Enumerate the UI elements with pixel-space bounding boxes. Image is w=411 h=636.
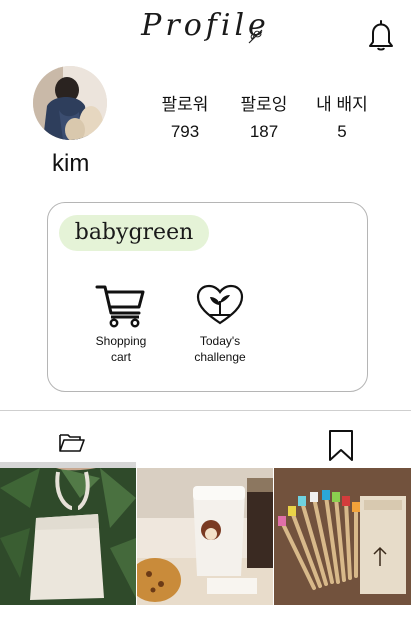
stat-value: 5 (337, 122, 347, 141)
header: Profile (0, 0, 411, 62)
divider (0, 410, 411, 411)
todays-challenge-label: Today's challenge (194, 334, 246, 364)
page-title: Profile (141, 8, 270, 43)
stat-value: 187 (249, 122, 279, 141)
bookmark-icon[interactable] (328, 429, 354, 462)
badge-card: babygreen Shopping cart Today's challeng… (47, 202, 368, 392)
post-photo-tote-bag[interactable] (0, 468, 136, 605)
shopping-cart-icon (95, 285, 145, 328)
shopping-cart-label: Shopping cart (95, 334, 147, 364)
avatar[interactable] (33, 66, 107, 140)
post-photo-bamboo-toothbrushes[interactable] (274, 468, 411, 605)
leaf-icon (248, 29, 263, 44)
username: kim (52, 150, 90, 177)
stat-followers[interactable]: 팔로워 793 (145, 90, 225, 142)
heart-sprout-icon (196, 284, 244, 325)
stat-label: 팔로워 (161, 95, 209, 114)
stat-following[interactable]: 팔로잉 187 (224, 90, 304, 142)
bell-icon[interactable] (366, 18, 396, 52)
todays-challenge-button[interactable]: Today's challenge (177, 283, 263, 365)
stat-badges[interactable]: 내 배지 5 (302, 90, 382, 142)
stat-label: 내 배지 (316, 95, 368, 114)
badge-chip[interactable]: babygreen (59, 215, 209, 251)
post-photo-reusable-cup[interactable] (137, 468, 273, 605)
stat-value: 793 (170, 122, 200, 141)
stat-label: 팔로잉 (240, 95, 288, 114)
shopping-cart-button[interactable]: Shopping cart (78, 283, 164, 365)
folder-icon[interactable] (58, 430, 86, 454)
